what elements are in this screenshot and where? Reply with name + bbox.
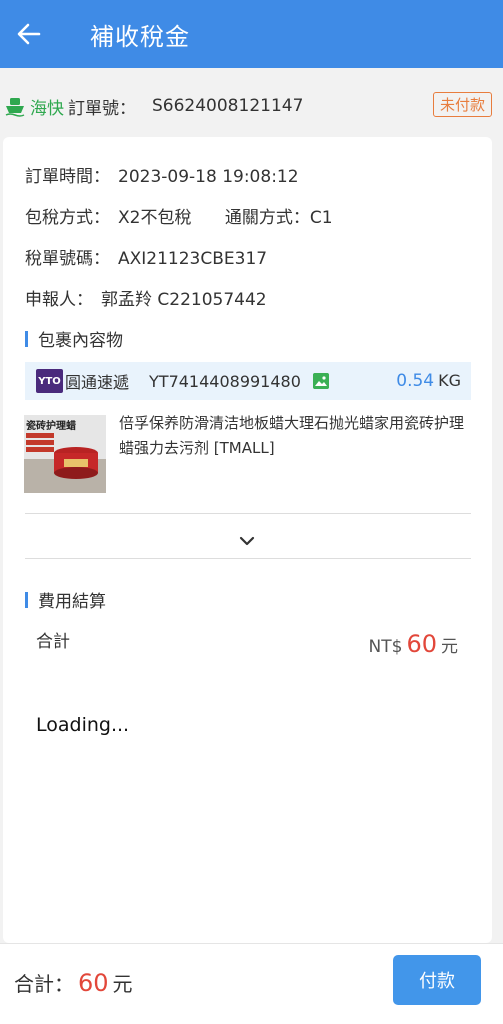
product-thumbnail[interactable]: 瓷砖护理蜡 bbox=[24, 415, 106, 493]
ship-icon bbox=[5, 98, 25, 117]
fees-section-label: 費用結算 bbox=[38, 592, 106, 612]
pay-button[interactable]: 付款 bbox=[393, 955, 481, 1005]
page-title: 補收稅金 bbox=[90, 22, 190, 51]
fees-total-amount: 60 bbox=[406, 630, 437, 658]
tax-method-label: 包稅方式： bbox=[25, 208, 110, 228]
arrow-left-icon bbox=[17, 23, 41, 45]
product-thumb-caption: 瓷砖护理蜡 bbox=[26, 421, 76, 432]
status-badge: 未付款 bbox=[432, 92, 492, 117]
footer-total-unit: 元 bbox=[112, 972, 133, 996]
footer-total-label: 合計： bbox=[14, 972, 74, 996]
app-header: 補收稅金 bbox=[0, 0, 503, 68]
loading-text: Loading... bbox=[36, 714, 130, 736]
fees-total-label: 合計 bbox=[36, 632, 70, 652]
fees-section-title: 費用結算 bbox=[25, 587, 106, 612]
weight-unit: KG bbox=[438, 371, 461, 390]
order-detail-card: 訂單時間： 2023-09-18 19:08:12 包稅方式： X2不包稅 通關方式… bbox=[3, 137, 492, 943]
tax-method-value: X2不包稅 bbox=[118, 208, 192, 228]
section-marker bbox=[25, 591, 28, 608]
footer-total-amount: 60 bbox=[78, 969, 109, 997]
divider bbox=[25, 558, 471, 559]
product-description: 倍孚保养防滑清洁地板蜡大理石抛光蜡家用瓷砖护理蜡强力去污剂 [TMALL] bbox=[119, 414, 465, 457]
weight-value: 0.54 bbox=[396, 371, 435, 391]
courier-logo: YTO bbox=[36, 369, 63, 393]
section-marker bbox=[25, 330, 28, 347]
bottom-bar: 合計： 60 元 付款 bbox=[0, 943, 503, 1024]
courier-name: 圓通速遞 bbox=[65, 373, 130, 392]
order-time-value: 2023-09-18 19:08:12 bbox=[118, 167, 299, 187]
package-section-label: 包裹內容物 bbox=[38, 331, 123, 351]
tracking-number: YT7414408991480 bbox=[149, 371, 301, 391]
fees-total-value: NT$ 60 元 bbox=[369, 630, 458, 658]
courier-row: YTO 圓通速遞 YT7414408991480 0.54 KG bbox=[25, 362, 471, 400]
footer-total: 合計： 60 元 bbox=[14, 968, 133, 997]
order-number-label: 訂單號： bbox=[68, 98, 136, 119]
tax-method-row: 包稅方式： X2不包稅 通關方式：C1 bbox=[25, 203, 333, 228]
clearance-label: 通關方式： bbox=[224, 208, 310, 228]
back-button[interactable] bbox=[0, 0, 58, 68]
chevron-down-icon[interactable] bbox=[236, 530, 258, 552]
declarant-row: 申報人： 郭孟羚 C221057442 bbox=[25, 285, 267, 310]
currency-label: NT$ bbox=[368, 637, 403, 657]
image-icon[interactable] bbox=[312, 373, 329, 389]
divider bbox=[25, 513, 471, 514]
order-time-label: 訂單時間： bbox=[25, 167, 110, 187]
tax-number-label: 稅單號碼： bbox=[25, 249, 110, 269]
tax-number-row: 稅單號碼： AXI21123CBE317 bbox=[25, 244, 267, 269]
order-time-row: 訂單時間： 2023-09-18 19:08:12 bbox=[25, 162, 299, 187]
clearance-value: C1 bbox=[309, 208, 333, 228]
package-section-title: 包裹內容物 bbox=[25, 326, 123, 351]
ship-type-label: 海快 bbox=[30, 98, 64, 119]
order-number: S6624008121147 bbox=[152, 96, 304, 116]
declarant-label: 申報人： bbox=[25, 290, 93, 310]
declarant-value: 郭孟羚 C221057442 bbox=[101, 290, 267, 310]
tax-number-value: AXI21123CBE317 bbox=[118, 249, 268, 269]
currency-unit: 元 bbox=[441, 637, 458, 657]
package-weight: 0.54 KG bbox=[396, 371, 461, 391]
order-summary-bar: 海快 訂單號： S6624008121147 未付款 bbox=[0, 88, 503, 124]
